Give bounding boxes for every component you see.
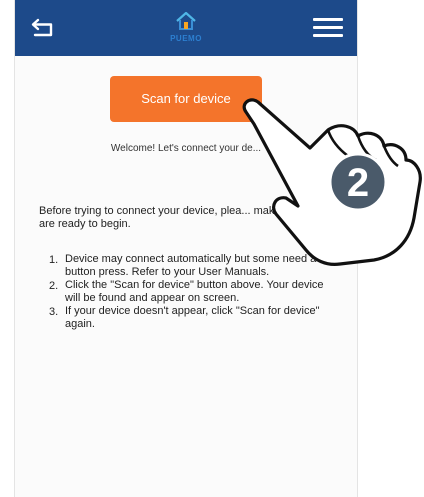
step-text: If your device doesn't appear, click "Sc… <box>65 305 320 330</box>
hamburger-menu-icon <box>313 18 343 21</box>
welcome-message: Welcome! Let's connect your de... <box>110 143 262 154</box>
step-number: 2. <box>49 280 59 292</box>
hamburger-menu-bar <box>313 34 343 37</box>
app-header: PUEMO <box>15 0 357 56</box>
logo-text: PUEMO <box>170 34 202 43</box>
step-text: Click the "Scan for device" button above… <box>65 279 324 304</box>
intro-text: Before trying to connect your device, pl… <box>39 205 329 230</box>
phone-screen: PUEMO Scan for device Welcome! Let's con… <box>14 0 358 497</box>
home-logo-icon <box>176 11 196 30</box>
list-item: 3. If your device doesn't appear, click … <box>39 305 329 331</box>
step-number: 3. <box>49 306 59 318</box>
list-item: 1. Device may connect automatically but … <box>39 253 329 279</box>
scan-for-device-button[interactable]: Scan for device <box>110 76 262 122</box>
list-item: 2. Click the "Scan for device" button ab… <box>39 279 329 305</box>
screenshot-stage: PUEMO Scan for device Welcome! Let's con… <box>0 0 424 497</box>
back-button[interactable] <box>29 16 57 40</box>
instruction-steps: 1. Device may connect automatically but … <box>39 253 329 331</box>
app-logo: PUEMO <box>163 8 209 48</box>
step-number: 1. <box>49 254 59 266</box>
hamburger-menu-bar <box>313 26 343 29</box>
back-arrow-icon <box>31 18 53 37</box>
menu-button[interactable] <box>313 17 343 39</box>
step-text: Device may connect automatically but som… <box>65 253 317 278</box>
